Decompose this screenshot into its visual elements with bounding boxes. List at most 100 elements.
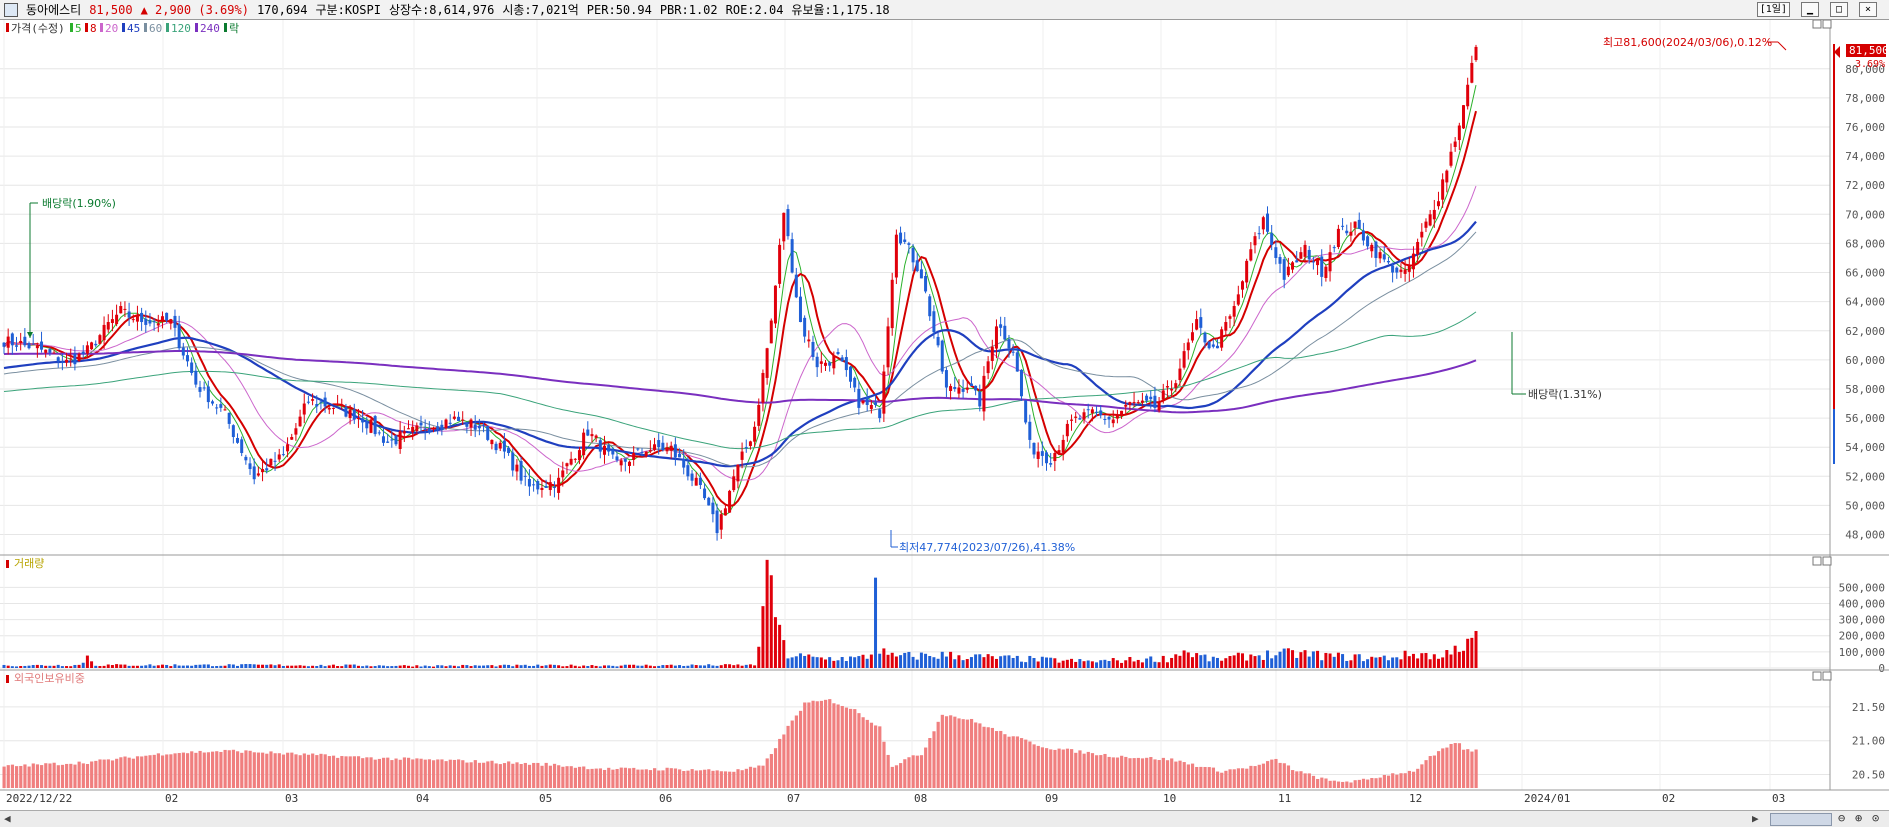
volume-bar: [1111, 658, 1115, 668]
candle-body: [1099, 410, 1103, 416]
price-tick-label: 70,000: [1845, 208, 1885, 221]
candle-body: [1215, 345, 1219, 349]
candle-body: [1057, 450, 1061, 454]
candle-body: [598, 440, 602, 452]
volume-bar: [419, 666, 423, 668]
foreign-panel-close-icon[interactable]: [1822, 671, 1832, 681]
price-panel-close-icon[interactable]: [1822, 20, 1832, 29]
candle-body: [1132, 402, 1136, 404]
legend-marker: [100, 23, 103, 32]
stock-chart[interactable]: 48,000 50,000 52,000 54,000 56,000 58,000 60,0…: [0, 20, 1889, 810]
foreign-ownership-bar: [536, 762, 540, 788]
price-tick-label: 62,000: [1845, 325, 1885, 338]
scroll-right-icon[interactable]: ▶: [1752, 812, 1759, 825]
volume-bar: [65, 666, 69, 668]
candle-body: [127, 311, 131, 318]
candle-body: [498, 442, 502, 449]
x-tick-label: 02: [1662, 792, 1675, 805]
volume-bar: [1053, 658, 1057, 668]
foreign-ownership-bar: [261, 752, 265, 788]
scrollbar[interactable]: ◀ ▶ ⊖ ⊕ ⊙: [0, 810, 1889, 827]
candle-body: [77, 354, 81, 362]
close-icon[interactable]: ×: [1859, 2, 1877, 17]
candle-body: [398, 431, 402, 449]
stock-code-icon[interactable]: [4, 2, 18, 17]
price-panel-max-icon[interactable]: [1812, 20, 1822, 29]
foreign-ownership-bar: [381, 757, 386, 788]
volume-bar: [190, 665, 194, 668]
volume-bar: [786, 658, 790, 668]
candle-body: [1136, 402, 1140, 404]
volume-bar: [607, 665, 611, 668]
candle-body: [48, 349, 52, 353]
foreign-panel-max-icon[interactable]: [1812, 671, 1822, 681]
candle-body: [907, 243, 911, 245]
volume-bar: [815, 657, 819, 668]
zoom-out-icon[interactable]: ⊖: [1838, 811, 1845, 825]
scroll-thumb[interactable]: [1770, 813, 1832, 826]
foreign-ownership-bar: [419, 758, 423, 788]
candle-body: [265, 468, 269, 471]
scroll-left-icon[interactable]: ◀: [4, 812, 11, 825]
candle-body: [165, 312, 169, 321]
candle-body: [798, 296, 802, 323]
foreign-ownership-bar: [2, 766, 6, 788]
foreign-ownership-bar: [202, 752, 206, 788]
candle-body: [1291, 262, 1295, 270]
volume-bar: [381, 665, 385, 668]
foreign-ownership-bar: [1086, 751, 1090, 788]
foreign-ownership-bar: [1245, 768, 1249, 788]
volume-panel-max-icon[interactable]: [1812, 556, 1822, 566]
volume-bar: [198, 664, 202, 668]
candle-body: [198, 387, 202, 392]
volume-bar: [432, 666, 436, 668]
volume-bar: [1399, 659, 1403, 668]
candle-body: [648, 450, 652, 452]
candle-body: [381, 436, 385, 443]
candle-body: [1203, 332, 1207, 343]
volume-bar: [336, 666, 340, 668]
candle-body: [1028, 421, 1032, 440]
volume-bar: [840, 657, 844, 668]
zoom-in-icon[interactable]: ⊕: [1855, 811, 1862, 825]
stock-name: 동아에스티: [26, 3, 82, 17]
volume-bar: [85, 655, 89, 668]
candle-body: [790, 239, 794, 273]
foreign-ownership-bar: [281, 754, 286, 788]
candle-body: [277, 454, 281, 460]
legend-label: 5: [75, 22, 82, 35]
window-controls: [1일] ▁ □ ×: [1756, 2, 1885, 17]
volume-bar: [615, 666, 619, 668]
foreign-ownership-bar: [90, 761, 94, 788]
foreign-ownership-bar: [1382, 774, 1386, 788]
foreign-ownership-bar: [73, 764, 77, 788]
candle-body: [1445, 170, 1449, 183]
volume-bar: [748, 664, 752, 668]
volume-bar: [823, 659, 827, 668]
zoom-fit-icon[interactable]: ⊙: [1872, 811, 1879, 825]
period-button[interactable]: [1일]: [1756, 2, 1790, 17]
volume-bar: [978, 654, 982, 668]
foreign-ownership-bar: [1374, 778, 1378, 788]
foreign-ownership-bar: [861, 717, 865, 788]
maximize-icon[interactable]: □: [1830, 2, 1848, 17]
candle-body: [552, 486, 556, 488]
volume-bar: [890, 652, 894, 668]
candle-body: [1053, 453, 1057, 462]
volume-bar: [1024, 662, 1028, 668]
volume-bar: [469, 666, 473, 668]
foreign-ownership-bar: [273, 753, 277, 788]
foreign-ownership-bar: [102, 759, 106, 788]
volume-bar: [1345, 660, 1349, 668]
candle-body: [173, 315, 177, 328]
foreign-ownership-bar: [648, 770, 653, 788]
foreign-ownership-bar: [548, 765, 552, 788]
candle-body: [690, 473, 694, 481]
volume-bar: [853, 657, 857, 668]
volume-panel-close-icon[interactable]: [1822, 556, 1832, 566]
minimize-icon[interactable]: ▁: [1801, 2, 1819, 17]
volume-bar: [406, 665, 410, 668]
candle-body: [1399, 269, 1403, 272]
volume-bar: [1416, 658, 1420, 668]
volume-bar: [206, 664, 210, 668]
